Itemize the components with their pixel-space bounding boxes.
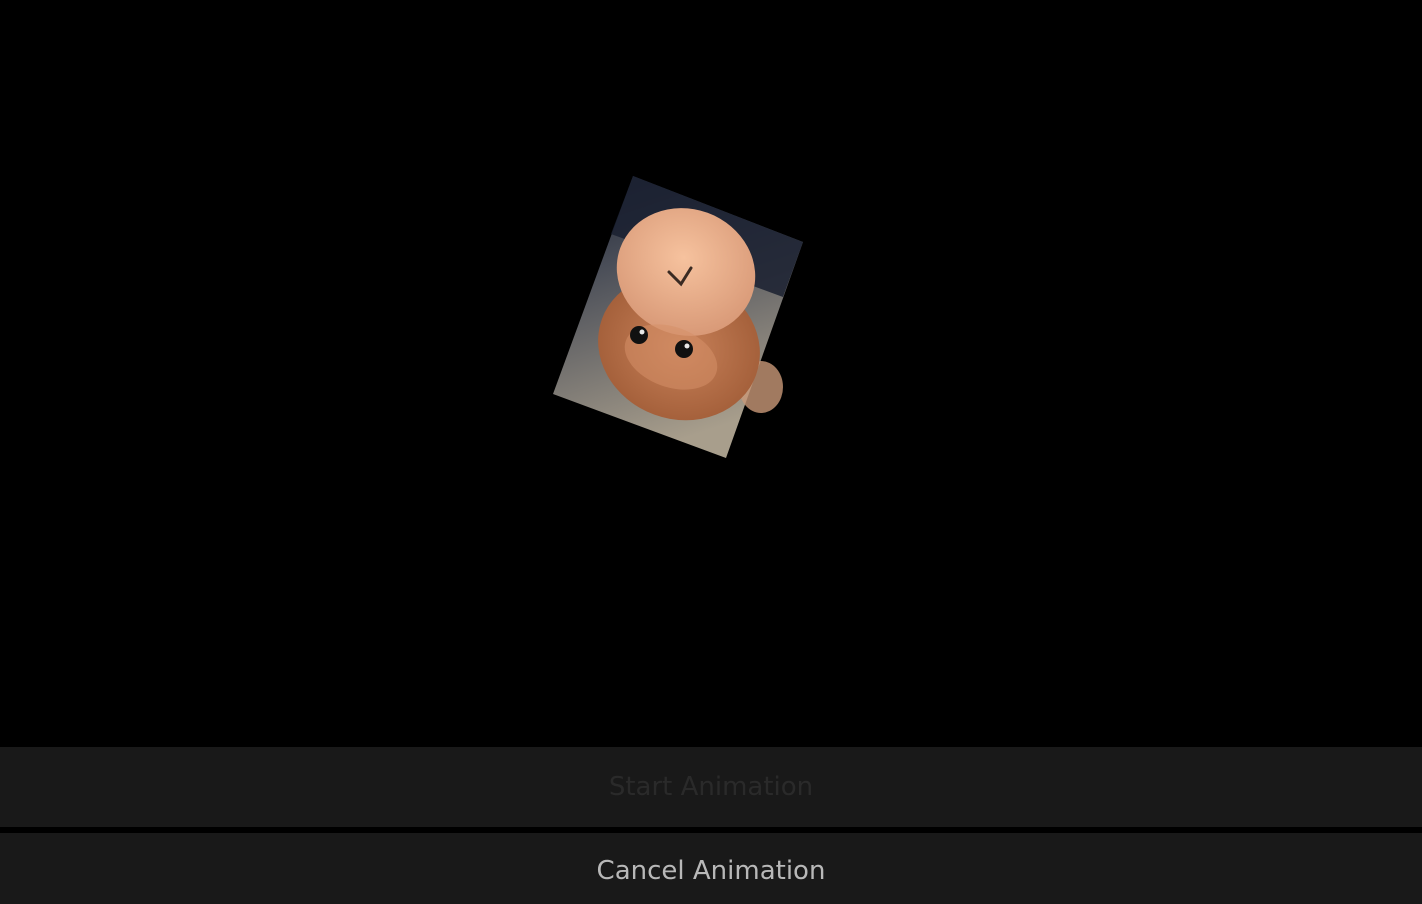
animated-image [551, 172, 805, 462]
animation-stage [0, 0, 1422, 747]
photo-frame [553, 176, 803, 458]
start-animation-button[interactable]: Start Animation [0, 747, 1422, 827]
cancel-animation-button[interactable]: Cancel Animation [0, 833, 1422, 904]
